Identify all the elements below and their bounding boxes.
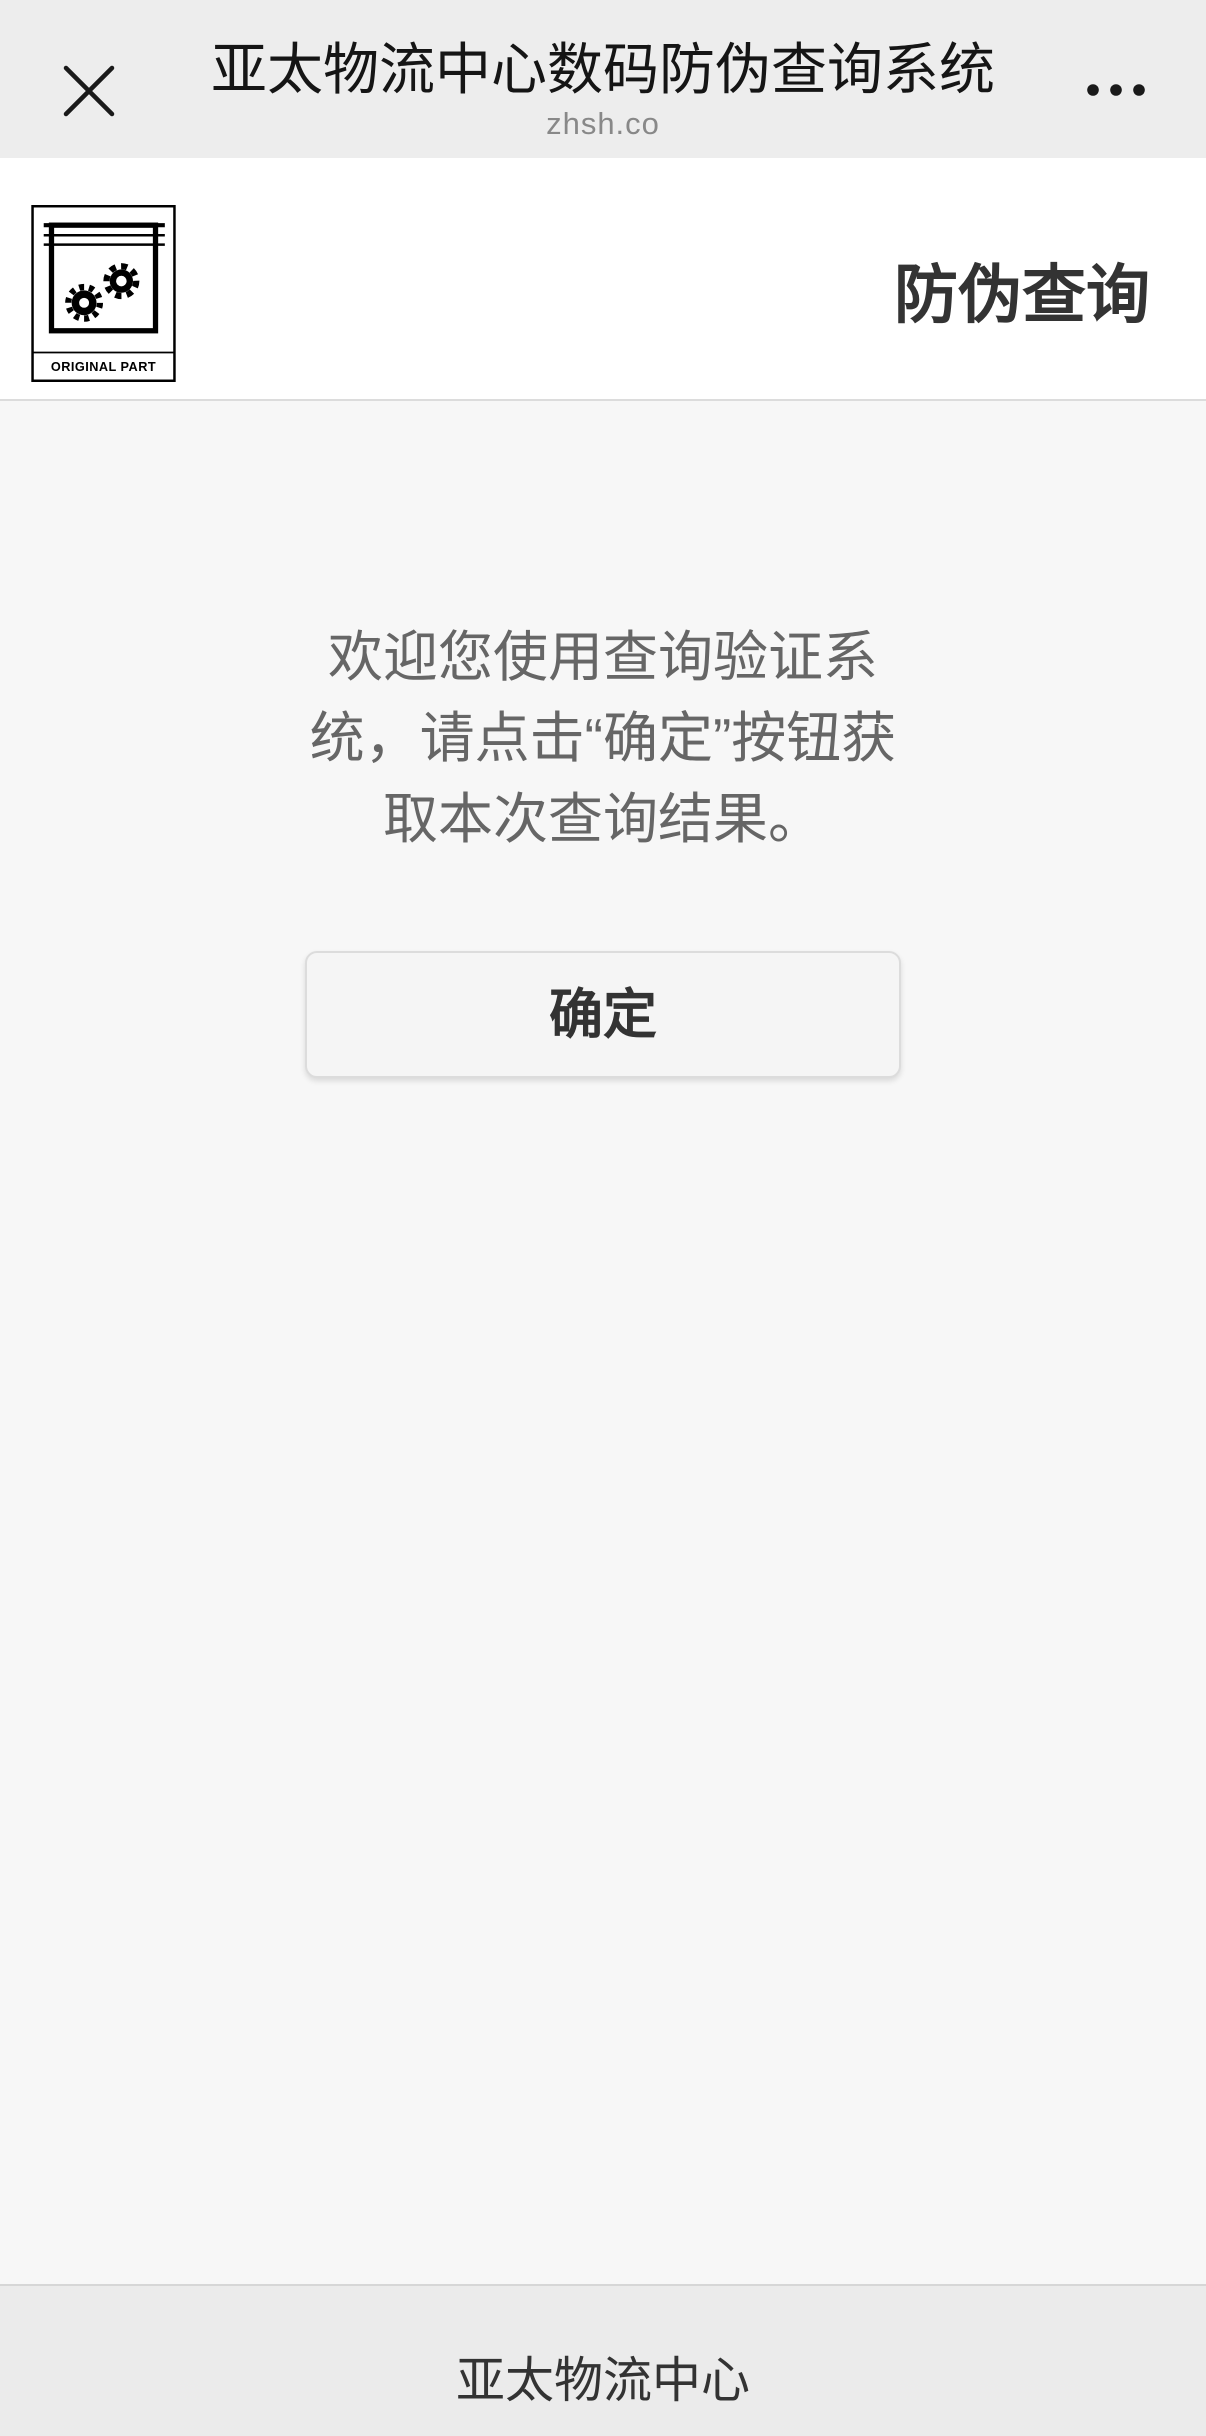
message-line: 取本次查询结果。 bbox=[382, 788, 823, 850]
original-part-logo: ORIGINAL PART bbox=[31, 205, 176, 382]
footer-text: 亚太物流中心 bbox=[455, 2354, 750, 2408]
message-line: 统，请点击“确定”按钮获 bbox=[309, 707, 897, 769]
logo-caption: ORIGINAL PART bbox=[51, 359, 156, 374]
page-header: ORIGINAL PART 防伪查询 bbox=[0, 158, 1206, 401]
footer: 亚太物流中心 bbox=[0, 2284, 1206, 2436]
logo-image: ORIGINAL PART bbox=[31, 205, 176, 382]
page-domain: zhsh.co bbox=[546, 106, 660, 141]
more-button[interactable] bbox=[1078, 72, 1154, 108]
window-title: 亚太物流中心数码防伪查询系统 bbox=[211, 38, 995, 101]
message-line: 欢迎您使用查询验证系 bbox=[327, 626, 878, 688]
more-icon bbox=[1087, 84, 1145, 96]
welcome-message: 欢迎您使用查询验证系 统，请点击“确定”按钮获 取本次查询结果。 bbox=[0, 617, 1206, 860]
top-bar: 亚太物流中心数码防伪查询系统 zhsh.co bbox=[0, 0, 1206, 158]
confirm-button[interactable]: 确定 bbox=[305, 951, 901, 1078]
confirm-button-label: 确定 bbox=[549, 984, 657, 1045]
page-title: 防伪查询 bbox=[894, 259, 1150, 331]
